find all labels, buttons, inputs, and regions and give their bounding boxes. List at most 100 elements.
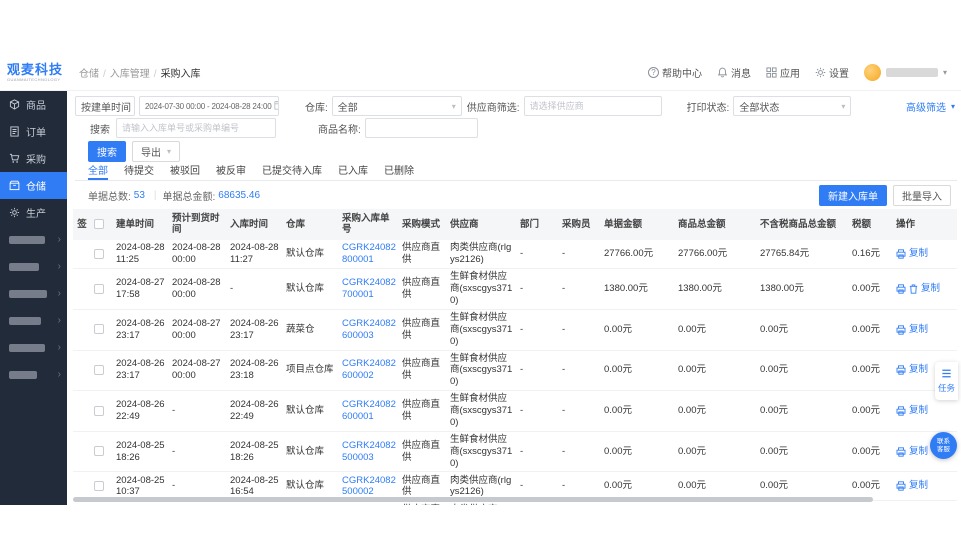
search-button[interactable]: 搜索 — [88, 141, 126, 162]
sidebar-item-production[interactable]: 生产 — [0, 199, 67, 226]
print-icon[interactable] — [896, 249, 906, 259]
table-row[interactable]: 2024-08-2623:17 2024-08-2700:00 2024-08-… — [73, 309, 957, 350]
supplier-filter-input[interactable] — [524, 96, 662, 116]
product-name-input[interactable] — [365, 118, 478, 138]
order-no-link[interactable]: CGRK24082600002 — [342, 358, 396, 381]
tab-rejected[interactable]: 被驳回 — [170, 162, 200, 180]
copy-link[interactable]: 复制 — [909, 324, 928, 336]
copy-link[interactable]: 复制 — [909, 364, 928, 376]
topbar: 观麦科技 GUANMAITECHNOLOGY 仓储/入库管理/采购入库 ? 帮助… — [0, 55, 961, 91]
row-checkbox[interactable] — [94, 481, 104, 491]
chevron-down-icon: ▾ — [449, 102, 456, 111]
doc-amount-cell: 0.00元 — [601, 350, 675, 391]
settings-button[interactable]: 设置 — [815, 65, 849, 80]
purchaser-cell: - — [559, 391, 601, 432]
sidebar-item-orders[interactable]: 订单 — [0, 118, 67, 145]
purchaser-cell: - — [559, 269, 601, 310]
copy-link[interactable]: 复制 — [909, 480, 928, 492]
order-no-link[interactable]: CGRK24082500001 — [342, 504, 396, 505]
user-name-redacted — [886, 68, 938, 77]
copy-link[interactable]: 复制 — [909, 248, 928, 260]
search-input[interactable] — [116, 118, 276, 138]
chevron-right-icon: › — [58, 235, 61, 245]
create-time-cell: 2024-08-2811:25 — [113, 240, 169, 269]
copy-link[interactable]: 复制 — [909, 405, 928, 417]
sidebar-item-purchase[interactable]: 采购 — [0, 145, 67, 172]
notax-amount-cell: 0.00元 — [757, 391, 849, 432]
breadcrumb-section[interactable]: 入库管理 — [110, 69, 150, 80]
date-range-input[interactable]: 2024-07-30 00:00 - 2024-08-28 24:00 — [139, 96, 279, 116]
horizontal-scrollbar[interactable] — [73, 497, 873, 502]
sidebar-item-redacted[interactable]: › — [0, 307, 67, 334]
tab-deleted[interactable]: 已删除 — [384, 162, 414, 180]
sidebar-item-goods[interactable]: 商品 — [0, 91, 67, 118]
order-no-link[interactable]: CGRK24082600003 — [342, 318, 396, 341]
contact-service-button[interactable]: 联系客服 — [930, 432, 957, 459]
messages-button[interactable]: 消息 — [717, 65, 751, 80]
row-checkbox[interactable] — [94, 446, 104, 456]
table-row[interactable]: 2024-08-2518:26 - 2024-08-2518:26 默认仓库 C… — [73, 431, 957, 472]
warehouse-select[interactable]: 全部 ▾ — [332, 96, 462, 116]
sidebar-item-redacted[interactable]: › — [0, 361, 67, 388]
cart-icon — [9, 153, 20, 164]
tab-all[interactable]: 全部 — [88, 162, 108, 180]
copy-link[interactable]: 复制 — [921, 283, 940, 295]
row-checkbox[interactable] — [94, 406, 104, 416]
tax-cell: 0.00元 — [849, 269, 893, 310]
date-type-select[interactable]: 按建单时间 ▾ — [75, 96, 135, 116]
row-checkbox[interactable] — [94, 324, 104, 334]
breadcrumb-root[interactable]: 仓储 — [79, 69, 99, 80]
user-menu[interactable]: ▾ — [864, 64, 947, 81]
print-icon[interactable] — [896, 325, 906, 335]
select-all-checkbox[interactable] — [94, 219, 104, 229]
table-row[interactable]: 2024-08-2623:17 2024-08-2700:00 2024-08-… — [73, 350, 957, 391]
order-no-link[interactable]: CGRK24082500003 — [342, 440, 396, 463]
row-checkbox[interactable] — [94, 365, 104, 375]
tab-pending-submit[interactable]: 待提交 — [124, 162, 154, 180]
advanced-filter-link[interactable]: 高级筛选 ▾ — [906, 99, 955, 114]
sidebar-item-redacted[interactable]: › — [0, 334, 67, 361]
print-icon[interactable] — [896, 481, 906, 491]
tab-reaudited[interactable]: 被反审 — [216, 162, 246, 180]
col-operations: 操作 — [893, 209, 957, 240]
task-panel-button[interactable]: 任务 — [935, 362, 958, 400]
list-actions: 新建入库单 批量导入 — [819, 185, 953, 206]
mode-cell: 供应商直供 — [399, 309, 447, 350]
batch-import-button[interactable]: 批量导入 — [893, 185, 951, 206]
print-icon[interactable] — [896, 447, 906, 457]
tab-stored[interactable]: 已入库 — [338, 162, 368, 180]
purchaser-cell: - — [559, 240, 601, 269]
table-row[interactable]: 2024-08-2622:49 - 2024-08-2622:49 默认仓库 C… — [73, 391, 957, 432]
doc-amount-cell: 1380.00元 — [601, 269, 675, 310]
sidebar-item-redacted[interactable]: › — [0, 253, 67, 280]
sidebar-item-warehouse[interactable]: 仓储 — [0, 172, 67, 199]
print-icon[interactable] — [896, 406, 906, 416]
notax-amount-cell: 0.00元 — [757, 350, 849, 391]
help-center-button[interactable]: ? 帮助中心 — [648, 65, 702, 80]
copy-link[interactable]: 复制 — [909, 446, 928, 458]
row-checkbox[interactable] — [94, 284, 104, 294]
mode-cell: 供应商直供 — [399, 240, 447, 269]
goods-icon — [9, 99, 20, 110]
row-checkbox[interactable] — [94, 249, 104, 259]
sidebar-item-redacted[interactable]: › — [0, 226, 67, 253]
col-department: 部门 — [517, 209, 559, 240]
order-no-link[interactable]: CGRK24082600001 — [342, 399, 396, 422]
print-icon[interactable] — [896, 365, 906, 375]
sidebar-item-redacted[interactable]: › — [0, 280, 67, 307]
order-no-link[interactable]: CGRK24082500002 — [342, 475, 396, 498]
print-icon[interactable] — [896, 284, 906, 294]
print-status-select[interactable]: 全部状态 ▾ — [733, 96, 851, 116]
order-no-link[interactable]: CGRK24082800001 — [342, 242, 396, 265]
tab-submitted-awaiting[interactable]: 已提交待入库 — [262, 162, 322, 180]
create-inbound-order-button[interactable]: 新建入库单 — [819, 185, 887, 206]
chevron-down-icon: ▾ — [131, 102, 135, 111]
order-no-link[interactable]: CGRK24082700001 — [342, 277, 396, 300]
table-row[interactable]: 2024-08-2811:25 2024-08-2800:00 2024-08-… — [73, 240, 957, 269]
department-cell: - — [517, 350, 559, 391]
table-row[interactable]: 2024-08-2717:58 2024-08-2800:00 - 默认仓库 C… — [73, 269, 957, 310]
in-time-cell: 2024-08-2518:26 — [227, 431, 283, 472]
delete-icon[interactable] — [909, 284, 918, 294]
export-button[interactable]: 导出 ▾ — [132, 141, 180, 162]
apps-button[interactable]: 应用 — [766, 65, 800, 80]
